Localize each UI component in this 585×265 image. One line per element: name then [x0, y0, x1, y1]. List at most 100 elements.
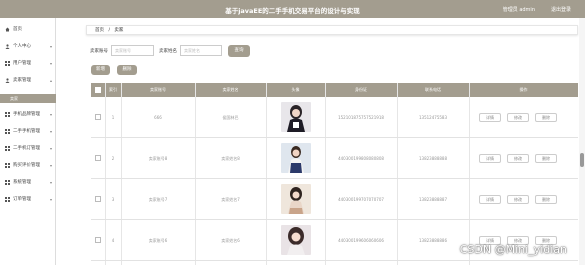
home-icon — [5, 27, 10, 32]
row-checkbox[interactable] — [95, 155, 101, 161]
cell-index: 4 — [111, 238, 115, 243]
sidebar-item-reviews[interactable]: 购买评价管理 ▾ — [0, 158, 56, 172]
row-delete-button[interactable]: 删除 — [535, 154, 557, 163]
sidebar-item-brands[interactable]: 手机品牌管理 ▾ — [0, 107, 56, 121]
sidebar-item-label: 系统管理 — [13, 180, 31, 185]
cell-index: 2 — [111, 156, 115, 161]
chevron-down-icon: ▾ — [49, 196, 52, 202]
grid-icon — [5, 128, 10, 134]
cell-phone: 13823888888 — [419, 156, 447, 161]
chevron-down-icon: ▾ — [49, 43, 52, 49]
delete-button[interactable]: 删除 — [117, 65, 137, 75]
chevron-down-icon: ▾ — [49, 128, 52, 134]
sidebar-item-sellers[interactable]: 卖家管理 ▴ — [0, 73, 56, 87]
cell-name: 卖家姓名6 — [221, 238, 240, 243]
vertical-scrollbar[interactable] — [579, 18, 585, 265]
select-all-checkbox[interactable] — [95, 87, 101, 93]
breadcrumb-separator: / — [108, 28, 110, 33]
cell-account: 卖家账号6 — [148, 238, 168, 243]
grid-icon — [5, 111, 10, 117]
header-id-card: 身份证 — [355, 87, 367, 92]
row-delete-button[interactable]: 删除 — [535, 195, 557, 204]
header-name: 卖家姓名 — [222, 87, 239, 92]
breadcrumb-current: 卖家 — [114, 28, 124, 33]
sidebar: 首页 个人中心 ▾ 用户管理 ▾ 卖家管理 ▴ 卖家 手机品牌管理 ▾ 二手手机… — [0, 18, 56, 265]
cell-name: 卖家姓名7 — [221, 197, 240, 202]
cell-index: 1 — [111, 115, 115, 120]
chevron-down-icon: ▾ — [49, 145, 52, 151]
cell-name: 侯国林巴 — [222, 115, 239, 120]
user-icon — [5, 77, 10, 83]
sidebar-item-home[interactable]: 首页 — [0, 22, 56, 36]
cell-id-card: 440300199606060606 — [338, 238, 384, 243]
chevron-down-icon: ▾ — [49, 162, 52, 168]
header-index: 索引 — [109, 87, 117, 92]
chevron-down-icon: ▾ — [49, 179, 52, 185]
sidebar-item-label: 购买评价管理 — [13, 163, 40, 168]
sidebar-item-label: 个人中心 — [13, 44, 31, 49]
sidebar-item-label: 卖家管理 — [13, 78, 31, 83]
seller-name-input[interactable]: 卖家姓名 — [180, 45, 222, 56]
header-select-all[interactable] — [91, 83, 105, 97]
edit-button[interactable]: 修改 — [507, 154, 529, 163]
add-button[interactable]: 新增 — [91, 65, 110, 75]
detail-button[interactable]: 详情 — [479, 195, 501, 204]
avatar — [281, 225, 311, 255]
cell-phone: 13823888886 — [419, 238, 447, 243]
edit-button[interactable]: 修改 — [507, 195, 529, 204]
header-account: 卖家账号 — [150, 87, 166, 92]
grid-icon — [5, 196, 10, 202]
sidebar-item-phone-orders[interactable]: 二手机订管理 ▾ — [0, 141, 56, 155]
detail-button[interactable]: 详情 — [479, 113, 501, 122]
sidebar-subitem-sellers[interactable]: 卖家 — [0, 94, 56, 103]
search-button[interactable]: 查询 — [228, 45, 250, 57]
table-header: 索引 卖家账号 卖家姓名 头像 身份证 联系电话 操作 — [91, 83, 578, 97]
cell-name: 卖家姓名8 — [221, 156, 240, 161]
sidebar-item-label: 二手手机管理 — [13, 129, 40, 134]
cell-account: 卖家账号8 — [148, 156, 168, 161]
grid-icon — [5, 145, 10, 151]
sidebar-item-orders[interactable]: 订单管理 ▾ — [0, 192, 56, 206]
sidebar-item-label: 手机品牌管理 — [13, 112, 40, 117]
seller-account-label: 卖家账号 — [90, 49, 108, 54]
avatar — [281, 102, 311, 132]
scrollbar-thumb[interactable] — [580, 153, 584, 167]
row-checkbox[interactable] — [95, 237, 101, 243]
sidebar-item-system[interactable]: 系统管理 ▾ — [0, 175, 56, 189]
sidebar-item-label: 二手机订管理 — [13, 146, 40, 151]
sidebar-item-label: 首页 — [13, 27, 22, 32]
seller-table: 索引 卖家账号 卖家姓名 头像 身份证 联系电话 操作 1 666 侯国林巴 1… — [91, 83, 578, 265]
seller-account-input[interactable]: 卖家账号 — [111, 45, 154, 56]
sidebar-item-users[interactable]: 用户管理 ▾ — [0, 56, 56, 70]
edit-button[interactable]: 修改 — [507, 113, 529, 122]
sidebar-item-label: 订单管理 — [13, 197, 31, 202]
seller-name-label: 卖家姓名 — [159, 49, 177, 54]
sidebar-item-phones[interactable]: 二手手机管理 ▾ — [0, 124, 56, 138]
grid-icon — [5, 179, 10, 185]
user-icon — [5, 43, 10, 49]
sidebar-item-profile[interactable]: 个人中心 ▾ — [0, 39, 56, 53]
table-row: 3 卖家账号7 卖家姓名7 440300199707070707 1382388… — [91, 179, 578, 220]
sidebar-item-label: 用户管理 — [13, 61, 31, 66]
detail-button[interactable]: 详情 — [479, 154, 501, 163]
chevron-down-icon: ▾ — [49, 111, 52, 117]
avatar — [281, 143, 311, 173]
top-bar: 基于javaEE的二手手机交易平台的设计与实现 管理员 admin 退出登录 — [0, 0, 585, 18]
header-avatar: 头像 — [291, 87, 300, 92]
cell-phone: 13512475583 — [419, 115, 447, 120]
row-delete-button[interactable]: 删除 — [535, 113, 557, 122]
grid-icon — [5, 60, 10, 66]
row-checkbox[interactable] — [95, 114, 101, 120]
chevron-up-icon: ▴ — [49, 77, 52, 83]
main-content: 首页 / 卖家 卖家账号 卖家账号 卖家姓名 卖家姓名 查询 新增 删除 索引 … — [56, 18, 585, 265]
breadcrumb-home[interactable]: 首页 — [95, 28, 104, 33]
grid-icon — [5, 162, 10, 168]
cell-index: 3 — [111, 197, 115, 202]
admin-label: 管理员 admin — [502, 7, 535, 13]
cell-id-card: 440300199808080808 — [338, 156, 384, 161]
page-title: 基于javaEE的二手手机交易平台的设计与实现 — [225, 7, 360, 15]
row-checkbox[interactable] — [95, 196, 101, 202]
logout-link[interactable]: 退出登录 — [551, 6, 571, 13]
cell-account: 卖家账号7 — [148, 197, 168, 202]
header-actions: 操作 — [519, 87, 528, 92]
